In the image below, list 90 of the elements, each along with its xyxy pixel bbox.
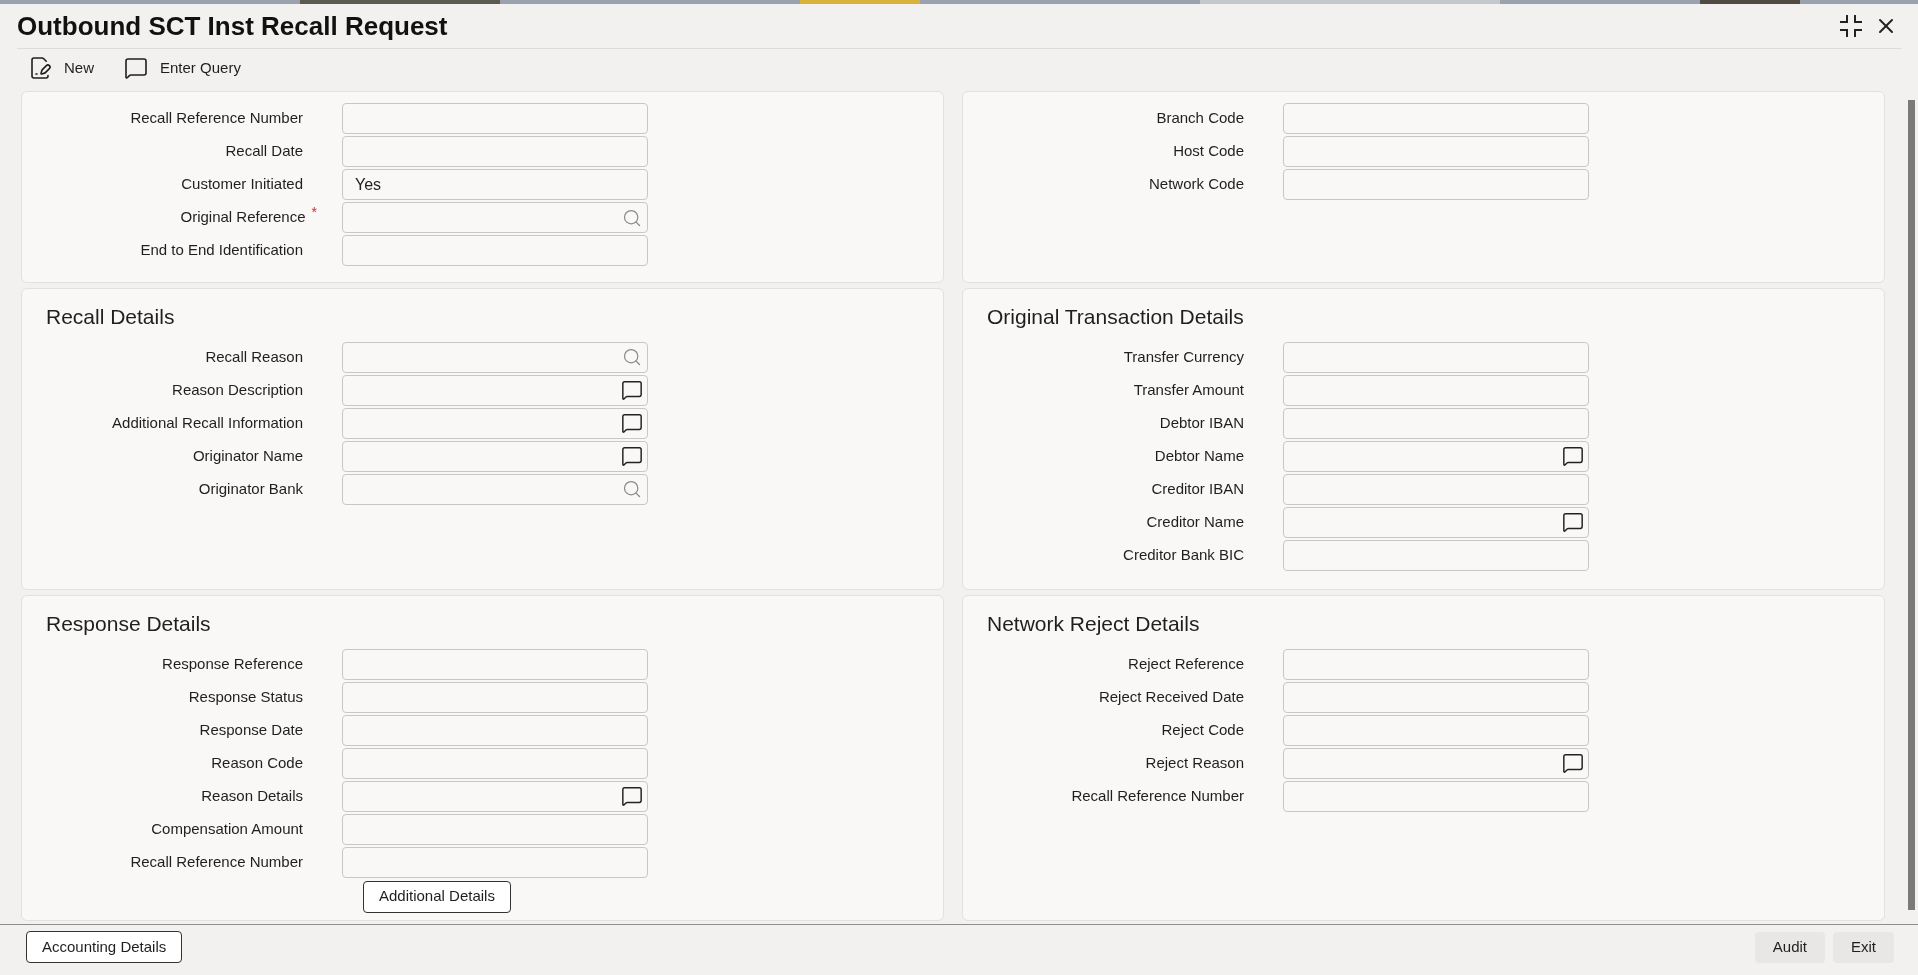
field-label: Reason Description [172,379,303,400]
field-label: Reject Received Date [1098,686,1244,707]
input-field[interactable] [342,341,648,373]
input-field[interactable] [342,747,648,779]
section-title: Recall Details [45,304,176,330]
input-field[interactable] [1283,136,1589,167]
field-label: Transfer Amount [1133,379,1244,400]
field-label: Creditor Name [1146,511,1244,532]
speech-bubble-icon[interactable] [1562,445,1584,467]
field-label: Response Reference [162,653,303,674]
speech-bubble-icon[interactable] [621,379,643,401]
field-label: Response Date [199,719,303,740]
required-mark: * [311,203,317,223]
field-label: Creditor IBAN [1151,478,1244,499]
input-field[interactable] [342,780,648,812]
input-field[interactable] [342,103,648,134]
toolbar-button[interactable]: New [28,56,94,80]
section-title: Response Details [45,611,212,637]
field-label: Recall Date [225,141,303,162]
field-label: Creditor Bank BIC [1123,544,1244,565]
input-field[interactable] [1283,341,1589,373]
input-field[interactable] [1283,681,1589,713]
speech-bubble-icon[interactable] [1562,752,1584,774]
field-label: Host Code [1173,141,1244,162]
speech-bubble-icon[interactable] [1562,511,1584,533]
speech-bubble-icon [124,56,148,80]
scrollbar[interactable] [1908,100,1915,910]
field-label: Customer Initiated [181,174,303,195]
input-field[interactable] [1283,407,1589,439]
field-label: Debtor IBAN [1159,412,1244,433]
field-label: Branch Code [1156,108,1244,129]
search-icon[interactable] [622,479,642,499]
speech-bubble-icon[interactable] [621,785,643,807]
input-field[interactable] [342,846,648,878]
input-field[interactable] [1283,374,1589,406]
field-label: Recall Reason [205,346,303,367]
input-field[interactable] [1283,539,1589,571]
window-title: Outbound SCT Inst Recall Request [17,9,448,43]
speech-bubble-icon[interactable] [621,445,643,467]
footer-button[interactable]: Audit [1754,931,1825,963]
accounting-details-button[interactable]: Accounting Details [26,931,183,963]
input-field[interactable] [1283,780,1589,812]
search-icon[interactable] [622,207,642,228]
field-label: Originator Bank [198,478,303,499]
input-field[interactable] [1283,473,1589,505]
input-field[interactable] [342,648,648,680]
field-label: Reason Code [211,752,303,773]
field-label: Reject Reason [1145,752,1244,773]
additional-details-button[interactable]: Additional Details [363,880,511,913]
input-field[interactable] [1283,506,1589,538]
input-field[interactable] [1283,747,1589,779]
search-icon[interactable] [622,347,642,367]
input-field[interactable] [342,235,648,266]
field-label: End to End Identification [140,240,303,261]
input-field[interactable] [342,473,648,505]
input-field[interactable] [342,714,648,746]
speech-bubble-icon[interactable] [621,412,643,434]
input-field[interactable] [1283,648,1589,680]
input-field[interactable] [342,813,648,845]
field-label: Response Status [188,686,303,707]
input-field[interactable] [342,374,648,406]
input-field[interactable] [342,681,648,713]
input-field[interactable] [342,407,648,439]
field-label: Compensation Amount [151,818,303,839]
section-title: Network Reject Details [986,611,1201,637]
input-field[interactable] [1283,103,1589,134]
field-label: Transfer Currency [1123,346,1244,367]
field-label: Reject Reference [1128,653,1244,674]
input-field[interactable]: Yes [342,169,648,200]
field-label: Recall Reference Number [130,851,303,872]
toolbar-button[interactable]: Enter Query [124,56,241,80]
minimize-icon[interactable] [1838,13,1864,39]
input-field[interactable] [342,202,648,233]
field-label: Recall Reference Number [1071,785,1244,806]
field-label: Originator Name [192,445,303,466]
input-field[interactable] [1283,440,1589,472]
input-field[interactable] [1283,714,1589,746]
input-field[interactable] [1283,169,1589,200]
field-label: Reason Details [201,785,303,806]
document-edit-icon [28,56,52,80]
section-title: Original Transaction Details [986,304,1245,330]
field-label: Original Reference [180,207,306,228]
input-field[interactable] [342,136,648,167]
field-label: Network Code [1148,174,1244,195]
field-label: Debtor Name [1154,445,1244,466]
footer-button[interactable]: Exit [1833,931,1894,963]
input-field[interactable] [342,440,648,472]
field-label: Recall Reference Number [130,108,303,129]
field-label: Additional Recall Information [112,412,303,433]
field-label: Reject Code [1161,719,1244,740]
